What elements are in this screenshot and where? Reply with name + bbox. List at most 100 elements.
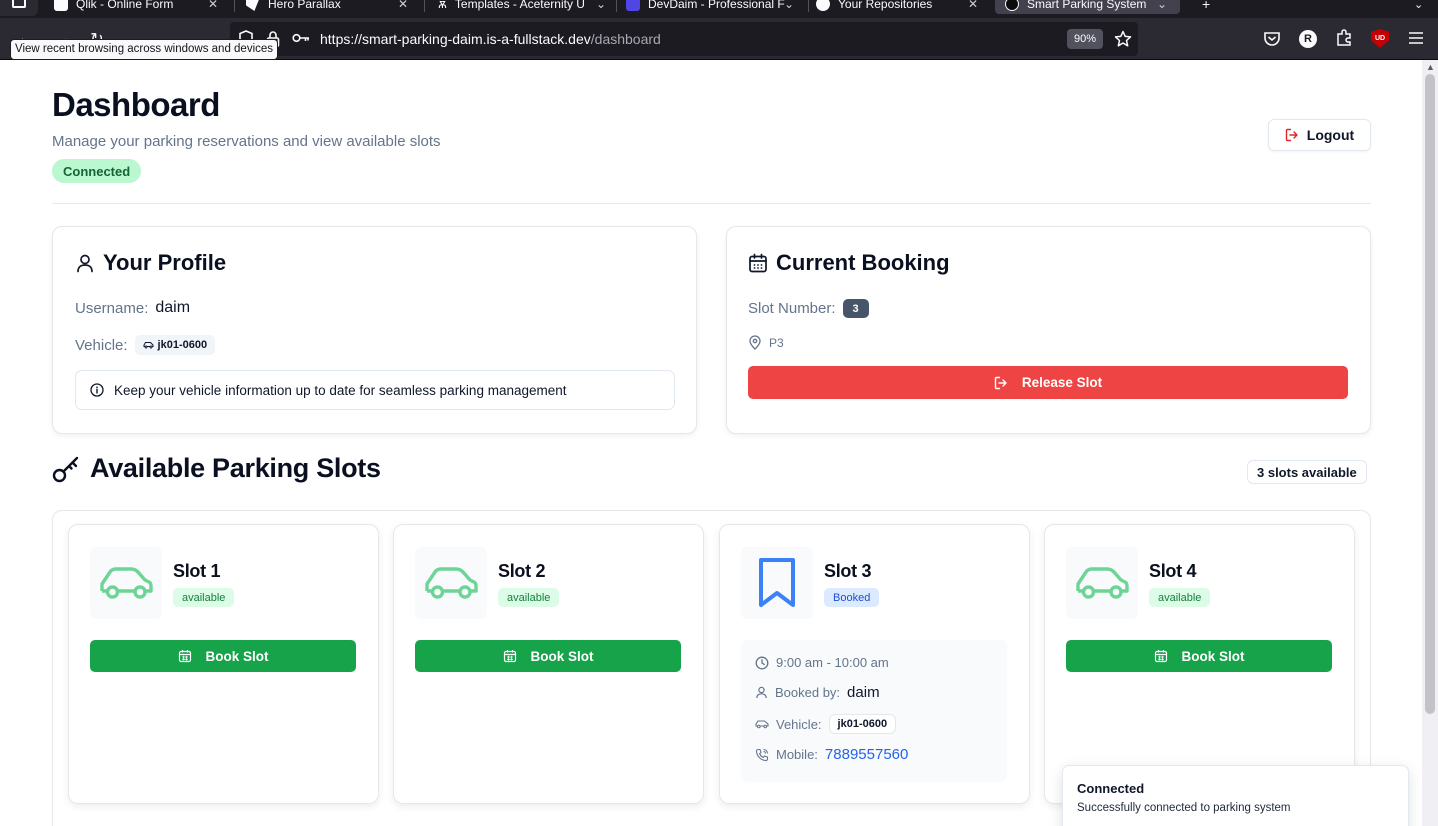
info-icon xyxy=(90,383,104,397)
current-booking-card: Current Booking Slot Number: 3 P3 Releas… xyxy=(726,226,1371,434)
menu-hamburger-icon[interactable] xyxy=(1408,31,1424,45)
url-host: https://smart-parking-daim.is-a-fullstac… xyxy=(320,31,591,47)
toast-description: Successfully connected to parking system xyxy=(1077,802,1291,814)
pocket-icon[interactable] xyxy=(1263,30,1281,48)
tab-favicon xyxy=(1005,0,1019,11)
page-scrollbar[interactable]: ▲ xyxy=(1422,60,1438,826)
book-slot-label: Book Slot xyxy=(1181,648,1245,664)
url-path: /dashboard xyxy=(590,31,661,47)
mobile-label: Mobile: xyxy=(776,747,818,762)
book-slot-button[interactable]: Book Slot xyxy=(415,640,681,672)
slot-number-badge: 3 xyxy=(842,299,869,318)
plus-icon: + xyxy=(1202,0,1211,12)
ublock-icon[interactable]: UD xyxy=(1371,29,1389,48)
slot-card: Slot 4 available Book Slot xyxy=(1044,524,1355,804)
account-avatar[interactable]: R xyxy=(1299,30,1317,48)
profile-card: Your Profile Username: daim Vehicle: jk0… xyxy=(52,226,697,434)
vehicle-chip: jk01-0600 xyxy=(134,335,216,355)
browser-tab[interactable]: Your Repositories ✕ xyxy=(806,0,994,14)
url-bar[interactable]: https://smart-parking-daim.is-a-fullstac… xyxy=(230,22,1138,56)
username-label: Username: xyxy=(75,299,149,317)
tab-list-button[interactable]: ⌄ xyxy=(1404,0,1428,14)
profile-title-text: Your Profile xyxy=(103,250,227,275)
info-alert: Keep your vehicle information up to date… xyxy=(75,370,675,410)
tab-title: Smart Parking System xyxy=(1027,0,1147,11)
tab-close-icon[interactable]: ⌄ xyxy=(784,0,794,11)
user-icon xyxy=(755,686,768,699)
slot-status-badge: available xyxy=(173,588,235,607)
book-slot-button[interactable]: Book Slot xyxy=(1066,640,1332,672)
bookmark-star-icon[interactable] xyxy=(1114,30,1132,48)
clock-icon xyxy=(755,656,769,670)
vehicle-value: jk01-0600 xyxy=(157,339,208,351)
booking-details: 9:00 am - 10:00 am Booked by: daim Vehic… xyxy=(741,640,1007,782)
sidebar-toggle-button[interactable] xyxy=(0,0,38,16)
extensions-puzzle-icon[interactable] xyxy=(1335,29,1353,47)
tooltip: View recent browsing across windows and … xyxy=(10,39,279,60)
slots-section-title: Available Parking Slots xyxy=(52,453,381,484)
browser-tab[interactable]: ѫ Templates - Aceternity U ⌄ xyxy=(428,0,614,14)
page-title: Dashboard xyxy=(52,86,220,123)
vehicle-label: Vehicle: xyxy=(75,336,128,354)
key-icon xyxy=(52,455,80,483)
calendar-icon xyxy=(503,649,517,663)
scrollbar-thumb[interactable] xyxy=(1425,74,1435,714)
book-slot-button[interactable]: Book Slot xyxy=(90,640,356,672)
toast-title: Connected xyxy=(1077,781,1145,796)
toast-notification[interactable]: Connected Successfully connected to park… xyxy=(1062,765,1409,826)
zoom-level-badge[interactable]: 90% xyxy=(1067,29,1103,49)
vehicle-row: Vehicle: jk01-0600 xyxy=(755,714,897,734)
username-value: daim xyxy=(155,299,191,316)
booked-by-label: Booked by: xyxy=(775,685,841,700)
key-icon[interactable] xyxy=(292,32,310,44)
slot-icon-box xyxy=(415,547,487,619)
username-row: Username: daim xyxy=(75,299,190,317)
github-icon xyxy=(816,0,830,11)
new-tab-button[interactable]: + xyxy=(1192,0,1212,14)
logout-button[interactable]: Logout xyxy=(1268,119,1371,151)
logout-label: Logout xyxy=(1306,127,1355,143)
browser-tab[interactable]: DevDaim - Professional F ⌄ xyxy=(616,0,806,14)
browser-tab-strip: Qlik - Online Form ✕ Hero Parallax ✕ ѫ T… xyxy=(0,0,1438,18)
slot-card: Slot 1 available Book Slot xyxy=(68,524,379,804)
booking-card-title: Current Booking xyxy=(748,250,950,276)
release-icon xyxy=(994,376,1008,390)
tab-close-icon[interactable]: ⌄ xyxy=(1157,0,1167,11)
slot-number-row: Slot Number: 3 xyxy=(748,299,869,318)
browser-tab[interactable]: Hero Parallax ✕ xyxy=(236,0,422,14)
booked-by-row: Booked by: daim xyxy=(755,684,880,701)
tab-favicon xyxy=(246,0,260,11)
booking-title-text: Current Booking xyxy=(776,250,950,275)
slot-card: Slot 2 available Book Slot xyxy=(393,524,704,804)
slots-count-badge: 3 slots available xyxy=(1247,460,1367,484)
page-subtitle: Manage your parking reservations and vie… xyxy=(52,133,441,150)
slot-name: Slot 2 xyxy=(498,561,546,581)
tab-favicon: ѫ xyxy=(438,0,447,11)
tab-close-icon[interactable]: ⌄ xyxy=(596,0,606,11)
page: Dashboard Manage your parking reservatio… xyxy=(0,60,1422,826)
sidebar-icon xyxy=(12,0,26,8)
location-row: P3 xyxy=(748,335,784,350)
tab-close-icon[interactable]: ✕ xyxy=(398,0,408,11)
car-icon xyxy=(755,719,769,729)
time-value: 9:00 am - 10:00 am xyxy=(776,655,889,670)
slot-card-booked: Slot 3 Booked 9:00 am - 10:00 am Booked … xyxy=(719,524,1030,804)
slot-status-badge: Booked xyxy=(824,588,880,607)
browser-tab-active[interactable]: Smart Parking System ⌄ xyxy=(995,0,1180,14)
tab-title: Qlik - Online Form xyxy=(76,0,174,11)
calendar-icon xyxy=(178,649,192,663)
tab-close-icon[interactable]: ✕ xyxy=(968,0,978,11)
car-icon xyxy=(143,341,154,349)
browser-tab[interactable]: Qlik - Online Form ✕ xyxy=(44,0,234,14)
user-icon xyxy=(75,253,95,273)
url-text[interactable]: https://smart-parking-daim.is-a-fullstac… xyxy=(320,31,661,47)
slot-name: Slot 3 xyxy=(824,561,872,581)
mobile-link[interactable]: 7889557560 xyxy=(825,746,908,763)
logout-icon xyxy=(1285,128,1299,142)
tab-favicon xyxy=(626,0,640,11)
release-slot-button[interactable]: Release Slot xyxy=(748,366,1348,399)
scroll-up-icon[interactable]: ▲ xyxy=(1426,62,1435,72)
tab-close-icon[interactable]: ✕ xyxy=(208,0,218,11)
book-slot-label: Book Slot xyxy=(530,648,594,664)
info-text: Keep your vehicle information up to date… xyxy=(114,382,567,398)
